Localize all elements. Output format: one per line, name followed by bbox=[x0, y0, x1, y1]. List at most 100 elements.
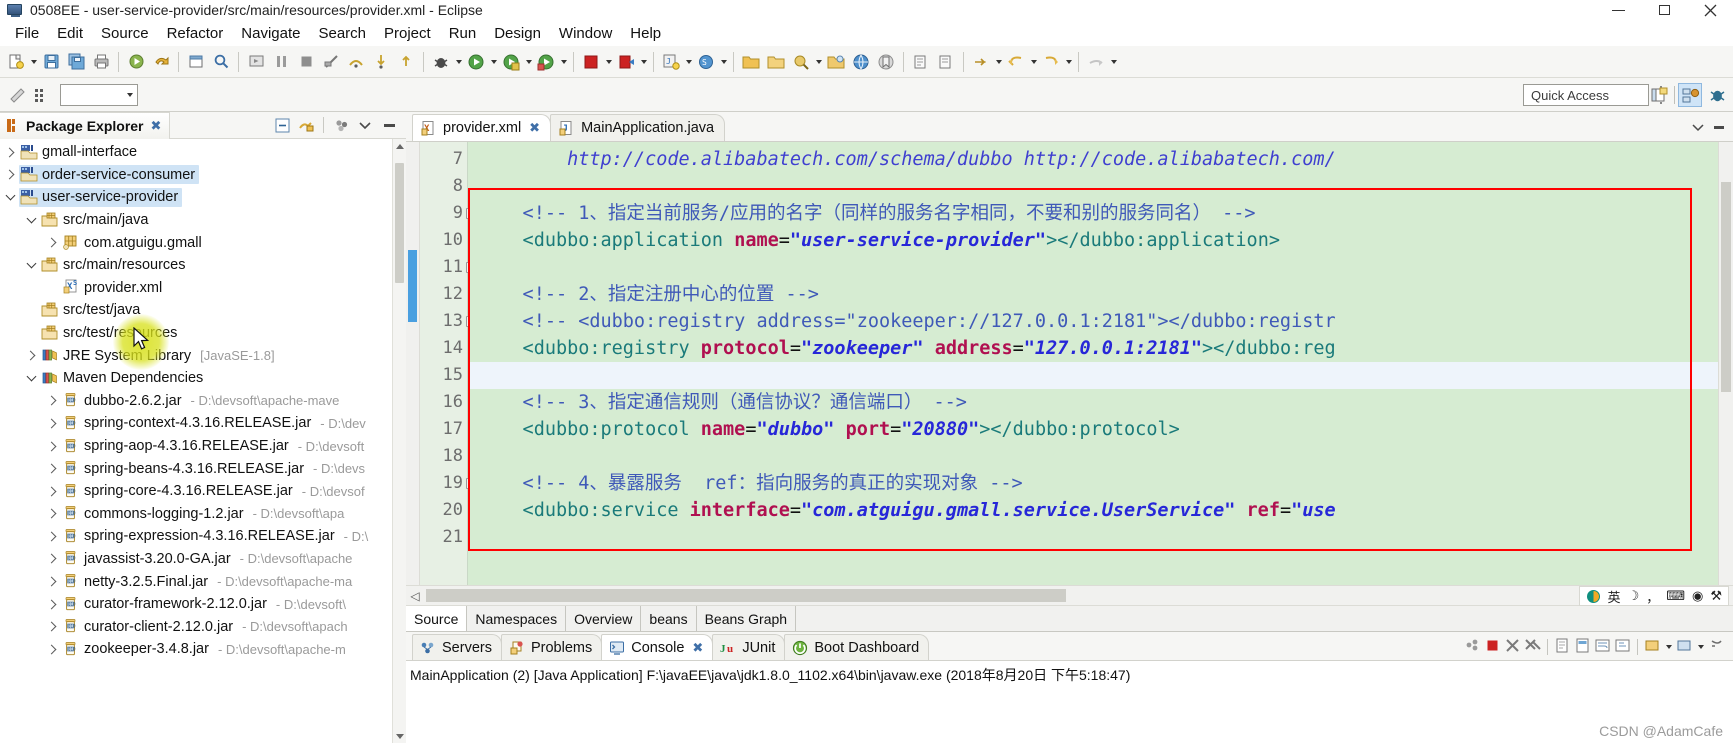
code-line[interactable]: <dubbo:service interface="com.atguigu.gm… bbox=[468, 497, 1718, 524]
ime-user-icon[interactable]: ◉ bbox=[1692, 588, 1703, 604]
run-icon[interactable] bbox=[464, 50, 488, 74]
tree-item-com-atguigu-gmall[interactable]: com.atguigu.gmall bbox=[0, 231, 392, 254]
tree-item-order-service-consumer[interactable]: order-service-consumer bbox=[0, 164, 392, 187]
code-line[interactable] bbox=[468, 173, 1718, 200]
step-into-icon[interactable] bbox=[369, 50, 393, 74]
menu-project[interactable]: Project bbox=[375, 23, 440, 44]
chevron-down-icon[interactable] bbox=[23, 368, 40, 388]
console-chevron-down-icon[interactable] bbox=[1664, 636, 1673, 658]
menu-refactor[interactable]: Refactor bbox=[158, 23, 233, 44]
remove-all-launches-icon[interactable] bbox=[1524, 637, 1541, 657]
tree-item-netty-3-2-5-final-jar[interactable]: 010 netty-3.2.5.Final.jar - D:\devsoft\apa… bbox=[0, 570, 392, 593]
chevron-down-icon[interactable] bbox=[23, 210, 40, 230]
back-dropdown-icon[interactable] bbox=[1029, 51, 1038, 73]
chevron-down-icon[interactable] bbox=[2, 187, 19, 207]
chevron-right-icon[interactable] bbox=[44, 526, 61, 546]
code-line[interactable] bbox=[468, 443, 1718, 470]
server-stop-dropdown-icon[interactable] bbox=[604, 51, 613, 73]
print-icon[interactable] bbox=[89, 50, 113, 74]
code-line[interactable]: http://code.alibabatech.com/schema/dubbo… bbox=[468, 146, 1718, 173]
run-external-icon[interactable] bbox=[244, 50, 268, 74]
ime-punctuation-icon[interactable]: ， bbox=[1646, 587, 1659, 606]
chevron-right-icon[interactable] bbox=[44, 617, 61, 637]
view-menu-icon[interactable] bbox=[330, 114, 352, 136]
tree-item-zookeeper-3-4-8-jar[interactable]: 010 zookeeper-3.4.8.jar - D:\devsoft\apach… bbox=[0, 638, 392, 661]
annotation-toggle-icon[interactable] bbox=[6, 83, 30, 107]
prev-annotation-icon[interactable] bbox=[934, 50, 958, 74]
ime-language-label[interactable]: 英 bbox=[1608, 587, 1621, 606]
code-line[interactable]: <dubbo:application name="user-service-pr… bbox=[468, 227, 1718, 254]
tree-item-gmall-interface[interactable]: gmall-interface bbox=[0, 141, 392, 164]
menu-navigate[interactable]: Navigate bbox=[232, 23, 309, 44]
scrollbar-thumb[interactable] bbox=[426, 589, 1066, 602]
save-all-icon[interactable] bbox=[64, 50, 88, 74]
code-line[interactable]: <dubbo:registry protocol="zookeeper" add… bbox=[468, 335, 1718, 362]
open-type-icon[interactable] bbox=[824, 50, 848, 74]
perspective-java-ee-icon[interactable] bbox=[1678, 83, 1702, 107]
new-package-icon[interactable]: S bbox=[694, 50, 718, 74]
run-configurations-icon[interactable] bbox=[499, 50, 523, 74]
terminate-icon[interactable] bbox=[1484, 637, 1501, 657]
new-class-dropdown-icon[interactable] bbox=[684, 51, 693, 73]
close-icon[interactable]: ✖ bbox=[692, 640, 703, 656]
tree-item-spring-expression-4-3-16-release-jar[interactable]: 010 spring-expression-4.3.16.RELEASE.jar -… bbox=[0, 525, 392, 548]
back-icon[interactable] bbox=[1004, 50, 1028, 74]
tab-mainapplication-java[interactable]: J MainApplication.java bbox=[550, 114, 726, 141]
ime-logo-icon[interactable] bbox=[1586, 589, 1601, 604]
scrollbar-thumb[interactable] bbox=[1721, 182, 1731, 392]
tree-item-maven-dependencies[interactable]: Maven Dependencies bbox=[0, 367, 392, 390]
open-folder-icon[interactable] bbox=[739, 50, 763, 74]
chevron-right-icon[interactable] bbox=[44, 413, 61, 433]
console-tab-boot-dashboard[interactable]: Boot Dashboard bbox=[784, 634, 930, 660]
form-tab-namespaces[interactable]: Namespaces bbox=[467, 606, 567, 631]
menu-help[interactable]: Help bbox=[621, 23, 670, 44]
minimize-view-icon[interactable] bbox=[354, 114, 376, 136]
menu-edit[interactable]: Edit bbox=[48, 23, 92, 44]
chevron-right-icon[interactable] bbox=[44, 639, 61, 659]
ime-keyboard-icon[interactable]: ⌨ bbox=[1666, 588, 1685, 604]
next-annotation-icon[interactable] bbox=[909, 50, 933, 74]
server-start-dropdown-icon[interactable] bbox=[639, 51, 648, 73]
ime-tool-icon[interactable]: ⚒ bbox=[1710, 588, 1722, 604]
search-references-icon[interactable] bbox=[789, 50, 813, 74]
pause-icon[interactable] bbox=[269, 50, 293, 74]
form-tab-beans-graph[interactable]: Beans Graph bbox=[696, 606, 797, 631]
console-output[interactable]: MainApplication (2) [Java Application] F… bbox=[406, 660, 1733, 743]
coverage-icon[interactable] bbox=[534, 50, 558, 74]
form-tab-overview[interactable]: Overview bbox=[566, 606, 642, 631]
search-refs-dropdown-icon[interactable] bbox=[814, 51, 823, 73]
server-stop-icon[interactable] bbox=[579, 50, 603, 74]
word-wrap-icon[interactable] bbox=[1594, 637, 1611, 657]
pin-console-icon[interactable] bbox=[1614, 637, 1631, 657]
chevron-right-icon[interactable] bbox=[23, 346, 40, 366]
menu-run[interactable]: Run bbox=[440, 23, 486, 44]
console-tab-problems[interactable]: Problems bbox=[500, 634, 603, 660]
chevron-right-icon[interactable] bbox=[44, 233, 61, 253]
quick-access-input[interactable]: Quick Access bbox=[1523, 84, 1649, 106]
tab-package-explorer[interactable]: Package Explorer ✖ bbox=[0, 111, 171, 139]
new-icon[interactable] bbox=[4, 50, 28, 74]
code-line[interactable]: <!-- <dubbo:registry address="zookeeper:… bbox=[468, 308, 1718, 335]
scroll-down-icon[interactable] bbox=[393, 729, 407, 743]
new-java-project-icon[interactable] bbox=[184, 50, 208, 74]
last-edit-location-icon[interactable] bbox=[969, 50, 993, 74]
chevron-right-icon[interactable] bbox=[44, 391, 61, 411]
open-perspective-icon[interactable] bbox=[1647, 83, 1671, 107]
menu-source[interactable]: Source bbox=[92, 23, 158, 44]
tree-item-user-service-provider[interactable]: user-service-provider bbox=[0, 186, 392, 209]
tree-item-curator-client-2-12-0-jar[interactable]: 010 curator-client-2.12.0.jar - D:\devsoft… bbox=[0, 615, 392, 638]
code-line[interactable]: <!-- 3、指定通信规则（通信协议？通信端口） --> bbox=[468, 389, 1718, 416]
maximize-button[interactable] bbox=[1641, 0, 1687, 20]
tree-item-jre-system-library[interactable]: JRE System Library [JavaSE-1.8] bbox=[0, 344, 392, 367]
open-console-icon[interactable] bbox=[1676, 637, 1693, 657]
close-button[interactable] bbox=[1687, 0, 1733, 20]
editor-annotation-ruler[interactable] bbox=[406, 142, 420, 585]
show-console-icon[interactable] bbox=[1464, 637, 1481, 657]
stop-icon[interactable] bbox=[294, 50, 318, 74]
debug-last-icon[interactable] bbox=[124, 50, 148, 74]
working-set-chevron-down-icon[interactable] bbox=[125, 84, 134, 106]
tree-item-src-main-resources[interactable]: src/main/resources bbox=[0, 254, 392, 277]
chevron-right-icon[interactable] bbox=[44, 594, 61, 614]
close-icon[interactable]: ✖ bbox=[529, 120, 540, 136]
ime-moon-icon[interactable]: ☽ bbox=[1628, 588, 1640, 604]
